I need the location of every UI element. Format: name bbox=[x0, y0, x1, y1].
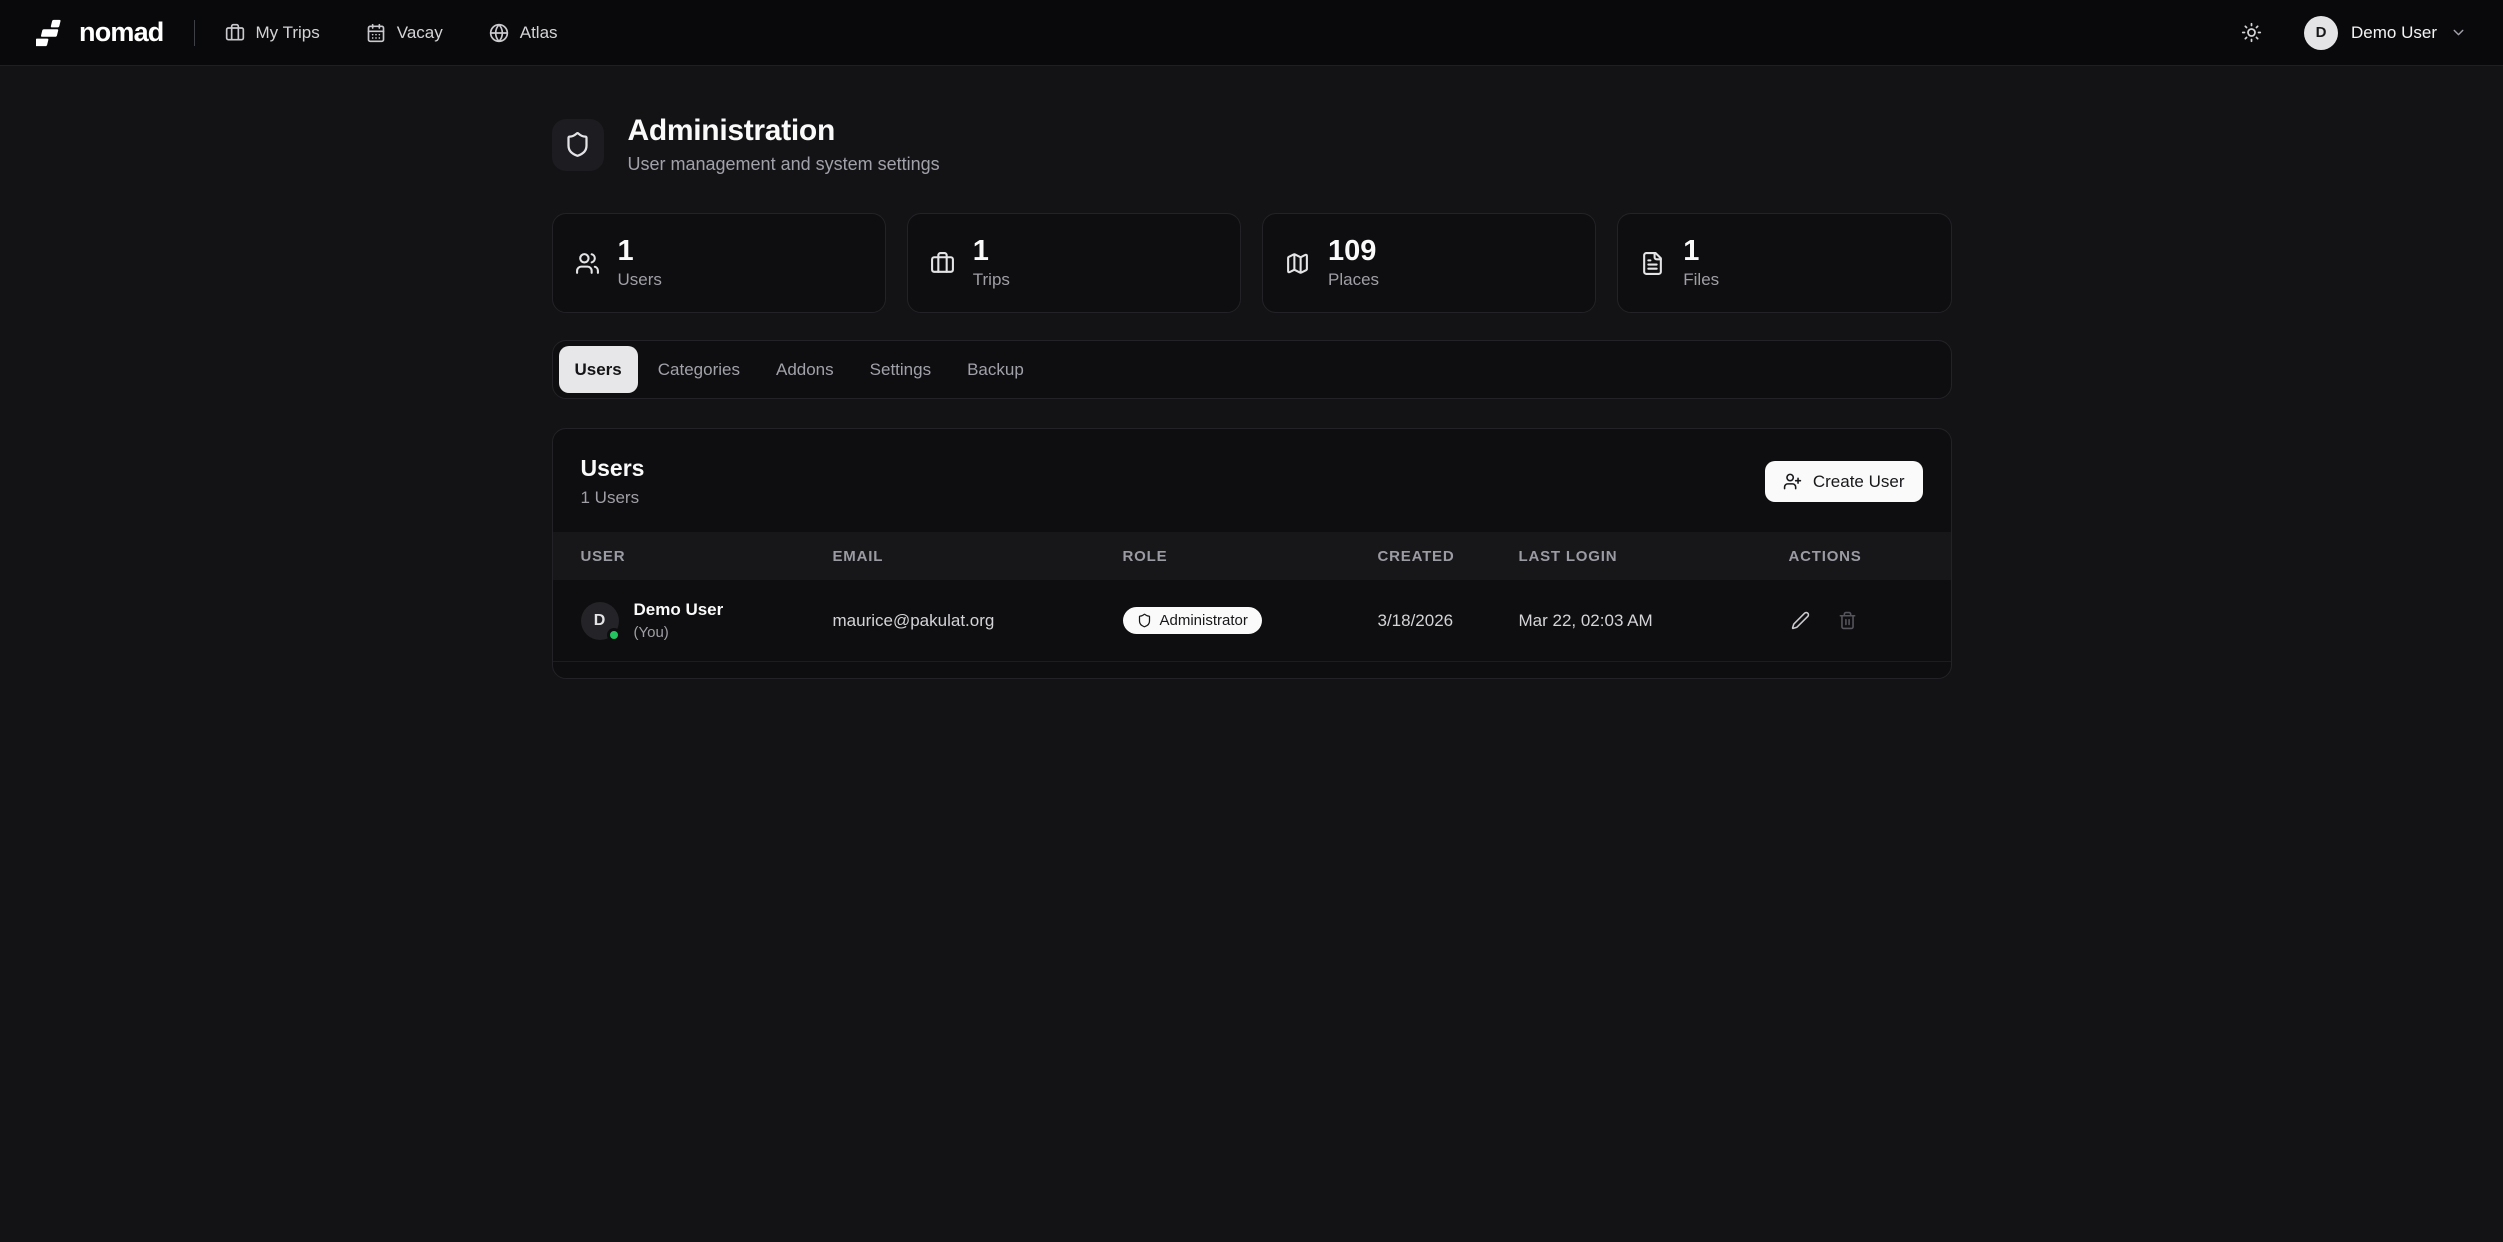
tab-users[interactable]: Users bbox=[559, 346, 638, 393]
tab-backup[interactable]: Backup bbox=[951, 346, 1040, 393]
stat-value: 1 bbox=[973, 236, 1010, 266]
calendar-icon bbox=[366, 23, 386, 43]
trash-icon bbox=[1838, 611, 1857, 630]
page-header: Administration User management and syste… bbox=[552, 114, 1952, 175]
chevron-down-icon bbox=[2450, 24, 2467, 41]
topbar-right: D Demo User bbox=[2237, 16, 2467, 50]
file-icon bbox=[1640, 251, 1665, 276]
stat-card-trips: 1 Trips bbox=[907, 213, 1241, 313]
users-panel-header: Users 1 Users Create User bbox=[553, 429, 1951, 532]
column-header-user: User bbox=[581, 548, 833, 565]
edit-user-button[interactable] bbox=[1789, 609, 1812, 632]
stat-card-places: 109 Places bbox=[1262, 213, 1596, 313]
stat-value: 1 bbox=[1683, 236, 1719, 266]
users-panel: Users 1 Users Create User User Email Rol… bbox=[552, 428, 1952, 679]
nav-divider bbox=[194, 20, 195, 46]
tab-addons[interactable]: Addons bbox=[760, 346, 850, 393]
row-created: 3/18/2026 bbox=[1378, 611, 1519, 631]
stat-card-users: 1 Users bbox=[552, 213, 886, 313]
page-subtitle: User management and system settings bbox=[628, 154, 940, 175]
user-menu[interactable]: D Demo User bbox=[2304, 16, 2467, 50]
role-label: Administrator bbox=[1160, 612, 1248, 629]
shield-icon bbox=[552, 119, 604, 171]
stat-value: 109 bbox=[1328, 236, 1379, 266]
stat-label: Files bbox=[1683, 270, 1719, 290]
nomad-logo-icon bbox=[36, 18, 66, 48]
table-row: D Demo User (You) maurice@pakulat.org Ad… bbox=[553, 580, 1951, 662]
nav-item-atlas[interactable]: Atlas bbox=[489, 23, 558, 43]
row-actions bbox=[1789, 609, 1944, 632]
user-plus-icon bbox=[1783, 472, 1802, 491]
role-cell: Administrator bbox=[1123, 607, 1378, 634]
stat-label: Trips bbox=[973, 270, 1010, 290]
role-badge: Administrator bbox=[1123, 607, 1262, 634]
online-status-dot bbox=[607, 628, 621, 642]
map-icon bbox=[1285, 251, 1310, 276]
table-header-row: User Email Role Created Last Login Actio… bbox=[553, 532, 1951, 580]
user-name: Demo User bbox=[2351, 23, 2437, 43]
nav-item-label: Vacay bbox=[397, 23, 443, 43]
nav-item-vacay[interactable]: Vacay bbox=[366, 23, 443, 43]
nav-item-label: My Trips bbox=[256, 23, 320, 43]
nav-item-label: Atlas bbox=[520, 23, 558, 43]
brand-logo[interactable]: nomad bbox=[36, 17, 164, 48]
panel-user-count: 1 Users bbox=[581, 488, 645, 508]
theme-toggle-button[interactable] bbox=[2237, 18, 2266, 47]
create-user-button[interactable]: Create User bbox=[1765, 461, 1923, 502]
row-you-label: (You) bbox=[634, 624, 724, 641]
top-navigation-bar: nomad My Trips Vacay Atlas bbox=[0, 0, 2503, 66]
row-email: maurice@pakulat.org bbox=[833, 611, 1123, 631]
admin-page: Administration User management and syste… bbox=[552, 66, 1952, 679]
tab-settings[interactable]: Settings bbox=[854, 346, 947, 393]
shield-icon bbox=[1137, 613, 1152, 628]
stat-label: Users bbox=[618, 270, 662, 290]
nav-item-my-trips[interactable]: My Trips bbox=[225, 23, 320, 43]
briefcase-icon bbox=[930, 251, 955, 276]
briefcase-icon bbox=[225, 23, 245, 43]
user-cell: D Demo User (You) bbox=[581, 600, 833, 641]
create-user-label: Create User bbox=[1813, 472, 1905, 492]
admin-tabs: Users Categories Addons Settings Backup bbox=[552, 340, 1952, 399]
panel-title: Users bbox=[581, 455, 645, 482]
stat-value: 1 bbox=[618, 236, 662, 266]
row-last-login: Mar 22, 02:03 AM bbox=[1519, 611, 1789, 631]
delete-user-button[interactable] bbox=[1836, 609, 1859, 632]
globe-icon bbox=[489, 23, 509, 43]
avatar: D bbox=[2304, 16, 2338, 50]
column-header-role: Role bbox=[1123, 548, 1378, 565]
stat-card-files: 1 Files bbox=[1617, 213, 1951, 313]
row-user-name: Demo User bbox=[634, 600, 724, 620]
column-header-last-login: Last Login bbox=[1519, 548, 1789, 565]
column-header-actions: Actions bbox=[1789, 548, 1947, 565]
pencil-icon bbox=[1791, 611, 1810, 630]
tab-categories[interactable]: Categories bbox=[642, 346, 756, 393]
avatar: D bbox=[581, 602, 619, 640]
users-icon bbox=[575, 251, 600, 276]
column-header-email: Email bbox=[833, 548, 1123, 565]
page-title: Administration bbox=[628, 114, 940, 148]
primary-nav: My Trips Vacay Atlas bbox=[225, 23, 558, 43]
sun-icon bbox=[2241, 22, 2262, 43]
brand-name: nomad bbox=[79, 17, 164, 48]
column-header-created: Created bbox=[1378, 548, 1519, 565]
stat-label: Places bbox=[1328, 270, 1379, 290]
stats-cards: 1 Users 1 Trips 109 Places bbox=[552, 213, 1952, 313]
